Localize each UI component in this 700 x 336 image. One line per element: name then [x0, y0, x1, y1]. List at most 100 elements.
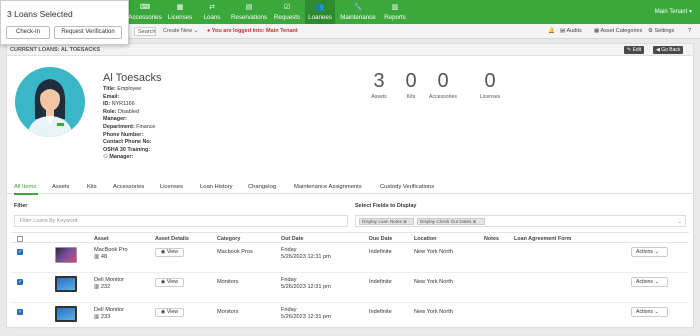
accessories-icon: ⌨: [139, 4, 151, 11]
asset-tag: ▥ 233: [94, 314, 111, 320]
col-loan-agreement: Loan Agreement Form: [514, 236, 572, 242]
help-icon[interactable]: ?: [688, 28, 691, 34]
users-icon: 👥: [315, 4, 325, 11]
tenant-warning: ● You are logged into: Main Tenant: [207, 28, 298, 34]
loanee-name: Al Toesacks: [103, 72, 162, 84]
gear-icon: ⚙: [648, 28, 653, 34]
field-title: Title: Employee: [103, 86, 142, 92]
chevron-down-icon: ⌄: [193, 28, 199, 34]
asset-name[interactable]: Dell Monitor: [94, 277, 124, 284]
view-button[interactable]: ◉ View: [155, 248, 184, 257]
asset-name[interactable]: MacBook Pro: [94, 247, 128, 254]
actions-dropdown[interactable]: Actions ⌄: [631, 307, 668, 317]
location: New York North: [414, 309, 453, 315]
nav-accessories[interactable]: ⌨ Accessories: [128, 0, 162, 24]
location: New York North: [414, 249, 453, 255]
chevron-down-icon: ⌄: [654, 249, 659, 255]
barcode-icon: ▥: [94, 314, 100, 320]
audits-icon: ▤: [560, 28, 566, 34]
request-verification-button[interactable]: Request Verification: [54, 26, 122, 39]
nav-loans[interactable]: ⇄ Loans: [200, 0, 224, 24]
view-button[interactable]: ◉ View: [155, 308, 184, 317]
close-icon[interactable]: ⊗: [473, 219, 477, 224]
chip-check-out-dates[interactable]: Display Check Out Dates ⊗: [417, 218, 485, 225]
view-button[interactable]: ◉ View: [155, 278, 184, 287]
filter-input[interactable]: Filter Loans By Keyword: [14, 215, 348, 227]
chevron-down-icon: ⌄: [654, 309, 659, 315]
chevron-down-icon: ⌄: [654, 279, 659, 285]
field-osha: OSHA 30 Training:: [103, 146, 151, 153]
fields-label: Select Fields to Display: [355, 203, 417, 209]
out-date: 5/26/2023 12:31 pm: [281, 314, 331, 320]
field-phone: Phone Number:: [103, 131, 144, 138]
create-new-dropdown[interactable]: Create New ⌄: [160, 27, 202, 36]
due-date: Indefinite: [369, 249, 392, 255]
category: Macbook Pros: [217, 249, 253, 255]
nav-requests[interactable]: ☑ Requests: [272, 0, 302, 24]
col-location: Location: [414, 236, 437, 242]
bulk-actions-popup: 3 Loans Selected Check-In Request Verifi…: [0, 0, 129, 45]
row-checkbox[interactable]: ✓: [17, 249, 23, 255]
barcode-icon: ▥: [94, 284, 100, 290]
stat-assets: 3 Assets: [371, 70, 387, 100]
tab-accessories[interactable]: Accessories: [113, 184, 144, 190]
licenses-icon: ▦: [176, 4, 184, 11]
tab-changelog[interactable]: Changelog: [248, 184, 276, 190]
nav-loanees[interactable]: 👥 Loanees: [305, 0, 335, 24]
nav-reports[interactable]: ▥ Reports: [382, 0, 408, 24]
laptop-thumbnail: [55, 247, 77, 263]
barcode-icon: ▥: [94, 254, 100, 260]
chip-loan-notes[interactable]: Display Loan Notes ⊗: [359, 218, 414, 225]
nav-reservations[interactable]: ▤ Reservations: [229, 0, 269, 24]
tab-loan-history[interactable]: Loan History: [200, 184, 233, 190]
chevron-down-icon: ⌄: [677, 219, 682, 225]
out-date: 5/26/2023 12:31 pm: [281, 284, 331, 290]
field-id: ID: NYR1166: [103, 101, 135, 108]
tab-all-items[interactable]: All Items: [14, 184, 36, 190]
edit-button[interactable]: ✎ Edit: [624, 46, 645, 54]
field-manager: Manager:: [103, 116, 127, 123]
col-due-date: Due Date: [369, 236, 393, 242]
asset-name[interactable]: Dell Monitor: [94, 307, 124, 314]
field-contact-phone: Contact Phone No:: [103, 139, 152, 146]
close-icon[interactable]: ⊗: [403, 219, 407, 224]
go-back-button[interactable]: ◀ Go Back: [653, 46, 684, 54]
tab-kits[interactable]: Kits: [87, 184, 97, 190]
table-header: [11, 232, 689, 243]
eye-icon: ◉: [160, 279, 166, 285]
stat-kits: 0 Kits: [405, 70, 417, 100]
row-checkbox[interactable]: ✓: [17, 279, 23, 285]
fields-select[interactable]: Display Loan Notes ⊗ Display Check Out D…: [355, 215, 686, 227]
row-checkbox[interactable]: ✓: [17, 309, 23, 315]
location: New York North: [414, 279, 453, 285]
calendar-icon: ▤: [245, 4, 253, 11]
nav-maintenance[interactable]: 🔧 Maintenance: [338, 0, 378, 24]
actions-dropdown[interactable]: Actions ⌄: [631, 277, 668, 287]
profile-fields: Title: Employee Email: ID: NYR1166 Role:…: [103, 86, 155, 162]
out-day: Friday: [281, 247, 297, 253]
search-input[interactable]: Search: [134, 27, 156, 36]
nav-licenses[interactable]: ▦ Licenses: [166, 0, 194, 24]
audits-link[interactable]: ▤ Audits: [560, 28, 582, 34]
card-header: CURRENT LOANS: AL TOESACKS ✎ Edit ◀ Go B…: [7, 44, 693, 56]
asset-categories-link[interactable]: ▦ Asset Categories: [594, 28, 642, 34]
tab-custody-verifications[interactable]: Custody Verifications: [380, 184, 434, 190]
out-day: Friday: [281, 277, 297, 283]
tenant-menu[interactable]: Main Tenant ▾: [655, 8, 692, 15]
check-in-button[interactable]: Check-In: [6, 26, 50, 39]
loan-tabs: All Items Assets Kits Accessories Licens…: [7, 182, 693, 194]
notifications-icon[interactable]: 🔔: [548, 28, 555, 34]
actions-dropdown[interactable]: Actions ⌄: [631, 247, 668, 257]
out-date: 5/26/2023 12:31 pm: [281, 254, 331, 260]
monitor-thumbnail: [55, 306, 77, 322]
tab-licenses[interactable]: Licenses: [160, 184, 183, 190]
active-tab-indicator: [14, 193, 38, 195]
col-notes: Notes: [484, 236, 499, 242]
asset-tag: ▥ 48: [94, 254, 108, 260]
settings-link[interactable]: ⚙ Settings: [648, 28, 674, 34]
select-all-checkbox[interactable]: [17, 236, 23, 242]
loans-icon: ⇄: [209, 4, 215, 11]
tab-maintenance-assignments[interactable]: Maintenance Assignments: [294, 184, 362, 190]
asset-tag: ▥ 232: [94, 284, 111, 290]
tab-assets[interactable]: Assets: [52, 184, 69, 190]
